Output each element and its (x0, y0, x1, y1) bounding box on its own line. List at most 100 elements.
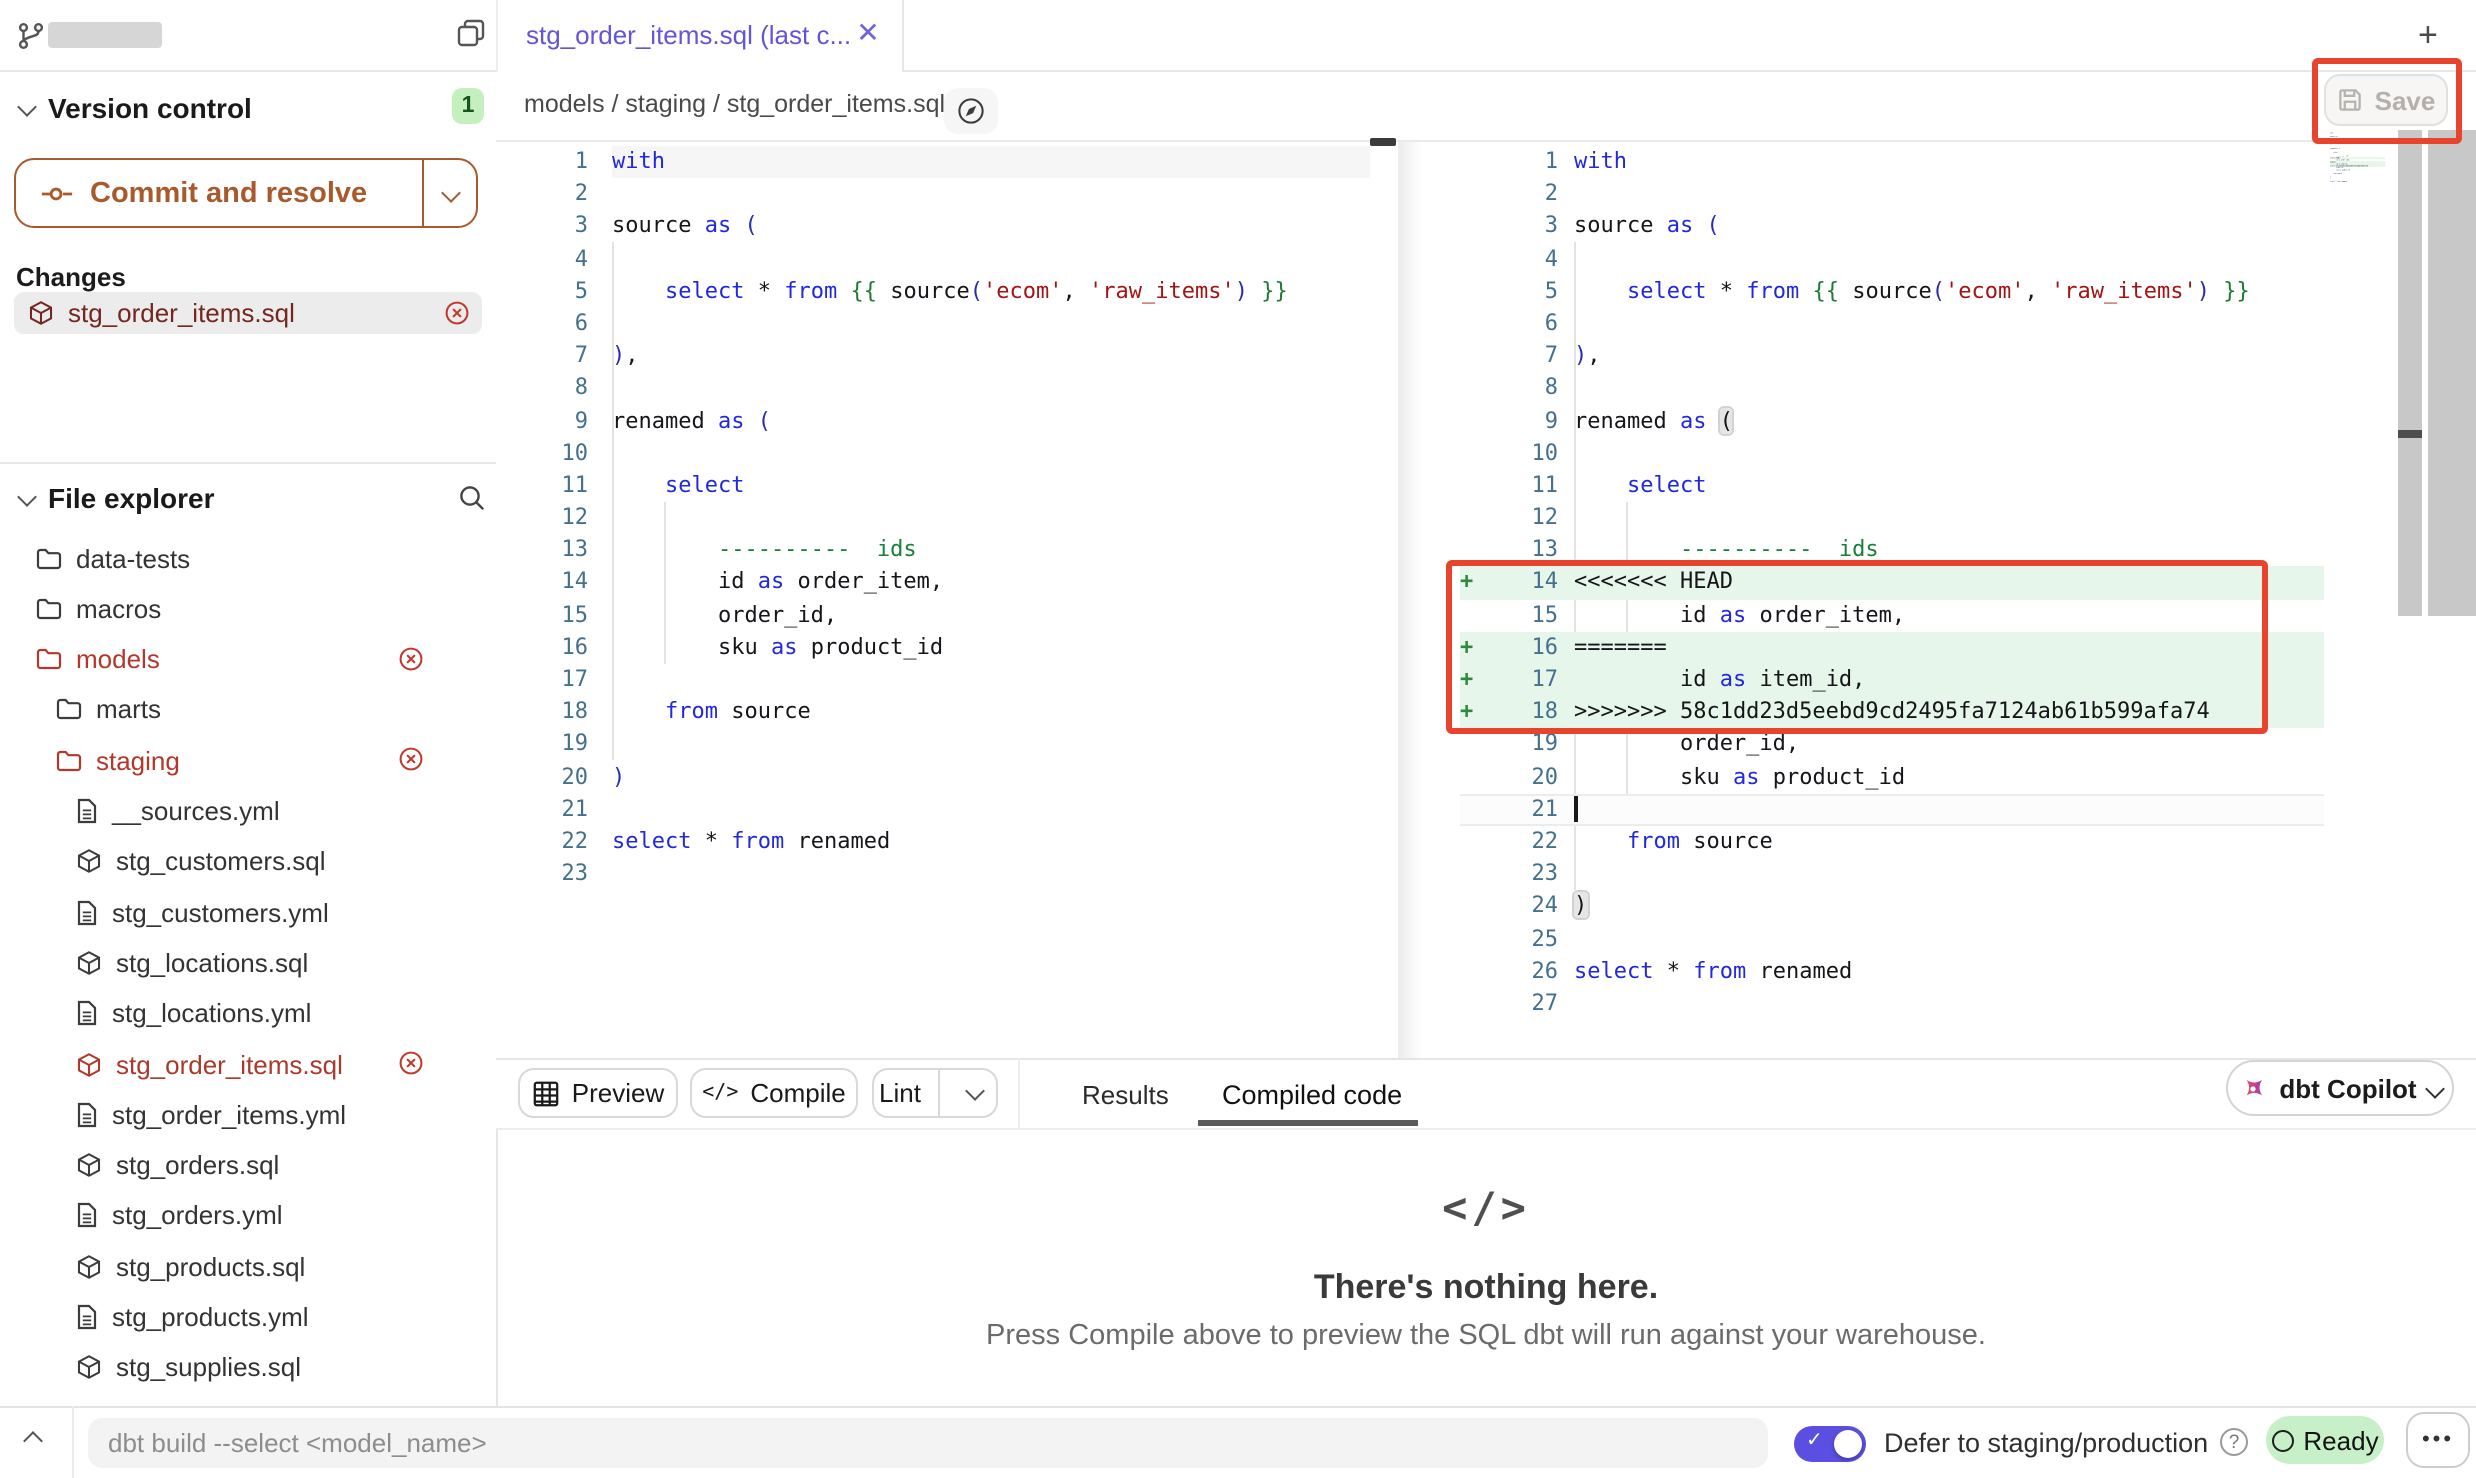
code-line[interactable]: 16 sku as product_id (498, 632, 1370, 664)
code-line[interactable]: 24) (1460, 891, 2324, 923)
code-line[interactable]: 12 (498, 502, 1370, 534)
file-item-marts[interactable]: marts (0, 688, 552, 732)
code-line[interactable]: 1with (1460, 146, 2324, 178)
diff-marker (1460, 146, 1480, 178)
line-number: 9 (498, 405, 588, 437)
code-line[interactable]: 7), (498, 340, 1370, 372)
code-line[interactable]: 10 (498, 437, 1370, 469)
file-item-stg_order_items.yml[interactable]: stg_order_items.yml (0, 1093, 572, 1137)
left-pane-scrollbar-thumb[interactable] (1370, 138, 1396, 146)
file-item-stg_order_items.sql[interactable]: stg_order_items.sql (0, 1042, 572, 1086)
code-line[interactable]: 5 select * from {{ source('ecom', 'raw_i… (1460, 276, 2324, 308)
code-line[interactable]: 7), (1460, 340, 2324, 372)
file-item-stg_orders.sql[interactable]: stg_orders.sql (0, 1143, 572, 1187)
conflict-remove-icon[interactable] (398, 746, 424, 772)
code-line[interactable]: 10 (1460, 437, 2324, 469)
code-line[interactable]: 13 ---------- ids (498, 535, 1370, 567)
code-line[interactable]: 4 (1460, 243, 2324, 275)
code-text: with (612, 146, 1370, 178)
code-line[interactable]: 22select * from renamed (498, 826, 1370, 858)
code-line[interactable]: 4 (498, 243, 1370, 275)
command-input[interactable]: dbt build --select <model_name> (88, 1418, 1768, 1468)
code-line[interactable]: 8 (1460, 373, 2324, 405)
code-line[interactable]: 22 from source (1460, 826, 2324, 858)
compile-button[interactable]: </> Compile (690, 1068, 858, 1118)
minimap[interactable]: withsource as ( select * from {{ source(… (2330, 132, 2390, 228)
code-line[interactable]: 9renamed as ( (498, 405, 1370, 437)
conflict-remove-icon[interactable] (398, 645, 424, 671)
code-line[interactable]: 25 (1460, 923, 2324, 955)
code-line[interactable]: 12 (1460, 502, 2324, 534)
file-item-stg_customers.yml[interactable]: stg_customers.yml (0, 890, 572, 934)
code-line[interactable]: 26select * from renamed (1460, 955, 2324, 987)
code-line[interactable]: 3source as ( (1460, 211, 2324, 243)
save-button[interactable]: Save (2324, 74, 2448, 126)
conflict-remove-icon[interactable] (398, 1050, 424, 1076)
dbt-copilot-button[interactable]: dbt Copilot (2226, 1060, 2454, 1116)
help-icon[interactable] (2220, 1428, 2248, 1456)
code-line[interactable]: 20) (498, 761, 1370, 793)
copy-files-icon[interactable] (456, 18, 486, 48)
file-item-staging[interactable]: staging (0, 738, 552, 782)
code-line[interactable]: 6 (1460, 308, 2324, 340)
window-scrollbar-track[interactable] (2428, 130, 2476, 616)
new-tab-icon[interactable] (2418, 20, 2450, 52)
file-item-stg_locations.yml[interactable]: stg_locations.yml (0, 991, 572, 1035)
code-line[interactable]: 8 (498, 373, 1370, 405)
lineage-compass-icon[interactable] (944, 88, 998, 134)
code-line[interactable]: 2 (1460, 178, 2324, 210)
code-line[interactable]: 20 sku as product_id (1460, 761, 2324, 793)
code-line[interactable]: 23 (1460, 858, 2324, 890)
code-line[interactable]: 3source as ( (498, 211, 1370, 243)
code-line[interactable]: 1with (498, 146, 1370, 178)
commit-and-resolve-button[interactable]: Commit and resolve (14, 158, 478, 228)
tab-close-icon[interactable] (854, 18, 882, 46)
code-line[interactable]: 15 order_id, (498, 599, 1370, 631)
file-item-label: stg_order_items.sql (116, 1049, 343, 1079)
file-item-macros[interactable]: macros (0, 587, 532, 631)
preview-button[interactable]: Preview (518, 1068, 678, 1118)
git-branch-icon (16, 20, 46, 52)
file-item-models[interactable]: models (0, 637, 532, 681)
defer-toggle[interactable]: ✓ (1794, 1426, 1866, 1462)
code-line[interactable]: 17 (498, 664, 1370, 696)
code-line[interactable]: 5 select * from {{ source('ecom', 'raw_i… (498, 276, 1370, 308)
code-line[interactable]: 14 id as order_item, (498, 567, 1370, 599)
editor-scrollbar-handle[interactable] (2398, 430, 2422, 438)
file-item-stg_customers.sql[interactable]: stg_customers.sql (0, 840, 572, 884)
code-line[interactable]: 21 (498, 794, 1370, 826)
code-line[interactable]: 11 select (498, 470, 1370, 502)
code-line[interactable]: 21 (1460, 794, 2324, 826)
commit-dropdown[interactable] (424, 186, 476, 200)
code-text (612, 178, 1370, 210)
search-icon[interactable] (458, 484, 486, 512)
folder-icon (36, 648, 62, 670)
file-item-stg_products.yml[interactable]: stg_products.yml (0, 1295, 572, 1339)
file-item-stg_products.sql[interactable]: stg_products.sql (0, 1244, 572, 1288)
changed-file-row[interactable]: stg_order_items.sql (14, 292, 482, 334)
editor-scrollbar-track[interactable] (2398, 130, 2422, 616)
editor-pane-original[interactable]: 1with23source as (45 select * from {{ so… (498, 146, 1370, 891)
file-item-stg_locations.sql[interactable]: stg_locations.sql (0, 941, 572, 985)
code-line[interactable]: 23 (498, 858, 1370, 890)
lint-button[interactable]: Lint (872, 1068, 998, 1118)
file-item-data-tests[interactable]: data-tests (0, 536, 532, 580)
branch-name-placeholder[interactable] (48, 22, 162, 48)
code-line[interactable]: 18 from source (498, 696, 1370, 728)
more-options-button[interactable] (2406, 1412, 2470, 1468)
tab-results[interactable]: Results (1082, 1080, 1169, 1110)
tab-compiled-code[interactable]: Compiled code (1222, 1080, 1402, 1110)
code-text (612, 858, 1370, 890)
code-line[interactable]: 19 (498, 729, 1370, 761)
code-line[interactable]: 11 select (1460, 470, 2324, 502)
lint-dropdown[interactable] (952, 1088, 996, 1098)
code-line[interactable]: 27 (1460, 988, 2324, 1020)
file-item-__sources.yml[interactable]: __sources.yml (0, 789, 572, 833)
file-item-stg_orders.yml[interactable]: stg_orders.yml (0, 1194, 572, 1238)
code-line[interactable]: 6 (498, 308, 1370, 340)
file-item-stg_supplies.sql[interactable]: stg_supplies.sql (0, 1346, 572, 1390)
conflict-remove-icon[interactable] (444, 300, 470, 326)
code-line[interactable]: 9renamed as ( (1460, 405, 2324, 437)
code-line[interactable]: 2 (498, 178, 1370, 210)
tab-stg-order-items[interactable]: stg_order_items.sql (last c... (496, 0, 904, 72)
